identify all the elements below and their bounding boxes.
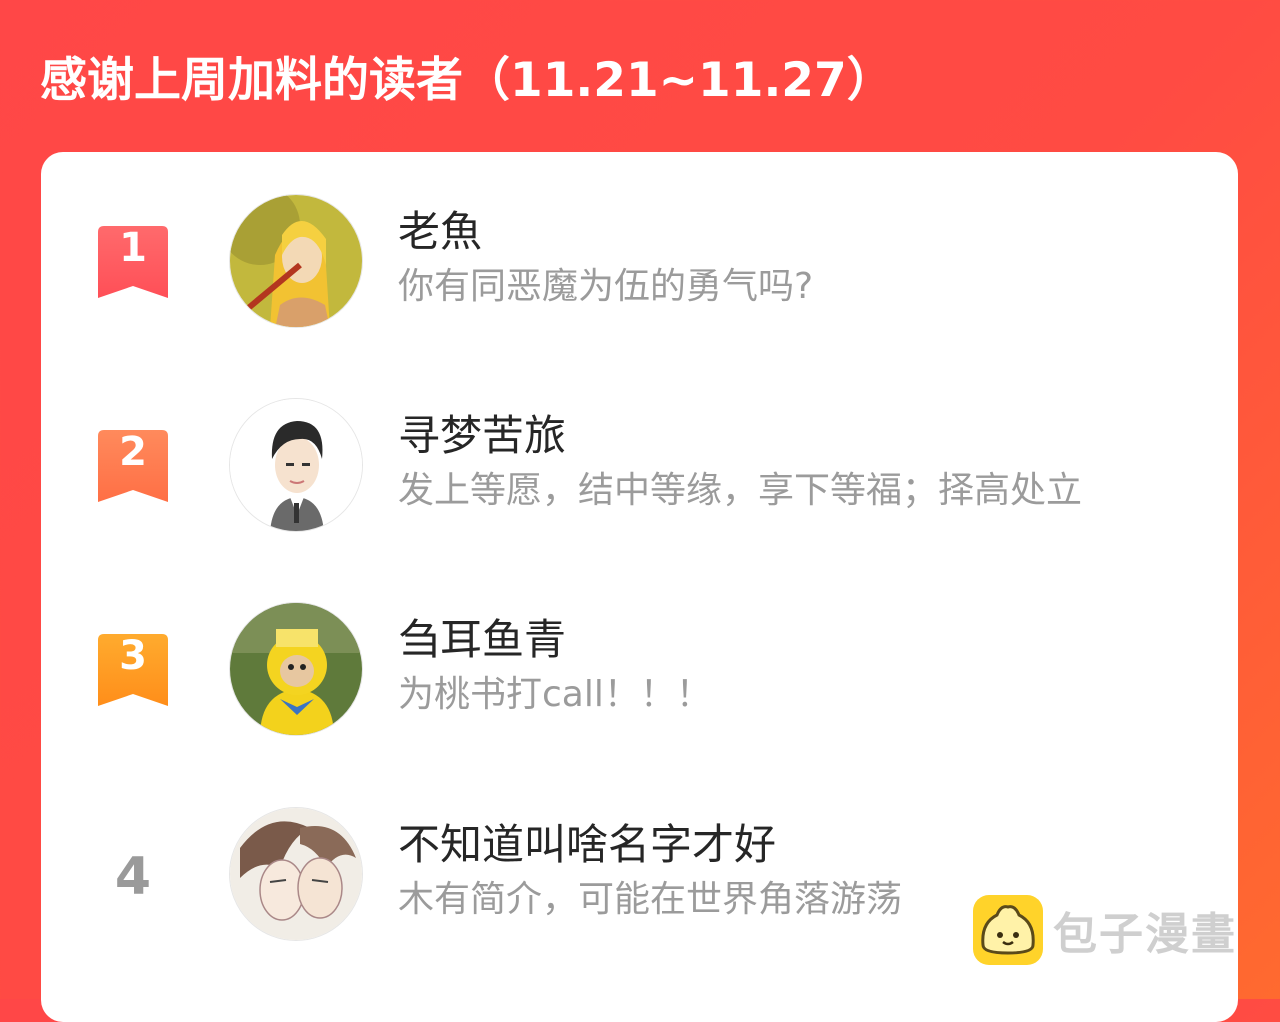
watermark-text: 包子漫畫 <box>1053 909 1237 960</box>
rank-badge-2: 2 <box>98 430 168 504</box>
rank-badge-1: 1 <box>98 226 168 300</box>
reader-row-1[interactable]: 1 老魚 你有同恶魔为伍的勇气吗? <box>41 194 1238 330</box>
rank-number: 1 <box>119 225 147 271</box>
avatar[interactable] <box>229 194 363 328</box>
avatar-yellow-teletubby-icon <box>230 603 362 735</box>
reader-list-card: 1 老魚 你有同恶魔为伍的勇气吗? 2 寻梦苦旅 发上等愿，结中等缘，享下等福；… <box>41 152 1238 1022</box>
rank-number: 4 <box>114 847 152 907</box>
reader-name[interactable]: 刍耳鱼青 <box>398 612 566 668</box>
avatar-sketch-man-icon <box>230 399 362 531</box>
avatar[interactable] <box>229 602 363 736</box>
avatar[interactable] <box>229 807 363 941</box>
reader-name[interactable]: 寻梦苦旅 <box>398 408 566 464</box>
reader-name[interactable]: 老魚 <box>398 204 482 260</box>
avatar-sketch-duo-icon <box>230 808 362 940</box>
rank-number: 3 <box>119 633 147 679</box>
reader-name[interactable]: 不知道叫啥名字才好 <box>398 817 776 873</box>
watermark: 包子漫畫 <box>973 894 1237 966</box>
rank-badge-3: 3 <box>98 634 168 708</box>
bun-face-icon <box>973 895 1043 965</box>
reader-description: 木有简介，可能在世界角落游荡 <box>398 879 903 920</box>
reader-description: 你有同恶魔为伍的勇气吗? <box>398 266 814 307</box>
reader-description: 发上等愿，结中等缘，享下等福；择高处立 <box>398 470 1083 511</box>
avatar-anime-blonde-icon <box>230 195 362 327</box>
avatar[interactable] <box>229 398 363 532</box>
rank-number: 2 <box>119 429 147 475</box>
reader-description: 为桃书打call！！！ <box>398 674 712 715</box>
reader-row-2[interactable]: 2 寻梦苦旅 发上等愿，结中等缘，享下等福；择高处立 <box>41 398 1238 534</box>
page-title: 感谢上周加料的读者（11.21~11.27） <box>40 53 894 108</box>
reader-row-3[interactable]: 3 刍耳鱼青 为桃书打call！！！ <box>41 602 1238 738</box>
